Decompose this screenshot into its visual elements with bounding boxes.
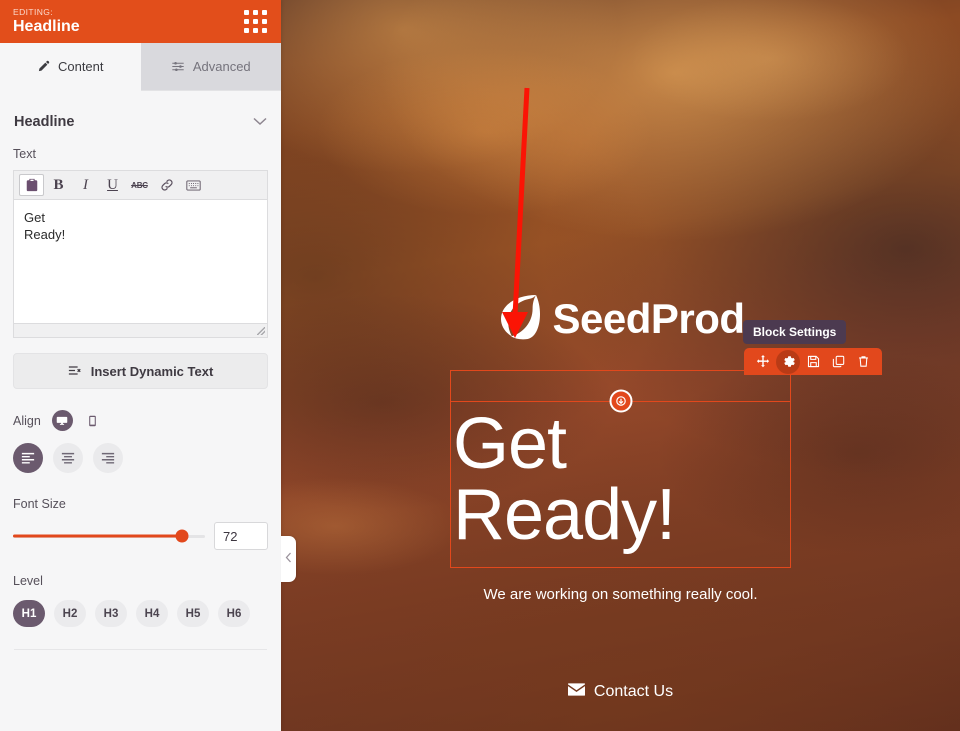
save-icon[interactable] (801, 350, 825, 374)
section-divider (14, 649, 267, 650)
insert-dynamic-text-label: Insert Dynamic Text (90, 363, 214, 379)
sidebar-tabs: Content Advanced (0, 43, 281, 91)
seedprod-page-builder: EDITING: Headline Content Advanced Headl… (0, 0, 960, 731)
gear-icon[interactable] (776, 349, 800, 374)
strikethrough-icon[interactable]: ABC (127, 174, 152, 196)
sidebar-header-titles: EDITING: Headline (13, 8, 80, 35)
section-title: Headline (14, 114, 75, 130)
chevron-down-icon[interactable] (253, 113, 267, 131)
rich-text-editor: B I U ABC Get Ready! (13, 170, 268, 338)
font-size-slider[interactable] (13, 527, 205, 545)
slider-fill (13, 534, 182, 538)
align-options (13, 443, 268, 473)
bold-icon[interactable]: B (46, 174, 71, 196)
sliders-icon (171, 60, 185, 73)
pencil-icon (37, 60, 50, 73)
level-h5[interactable]: H5 (177, 600, 209, 627)
headline-text-input[interactable]: Get Ready! (14, 200, 267, 323)
trash-icon[interactable] (851, 350, 875, 374)
keyboard-icon[interactable] (181, 174, 206, 196)
tab-content[interactable]: Content (0, 43, 141, 91)
paste-icon[interactable] (19, 174, 44, 196)
block-toolbar (744, 348, 882, 375)
heading-level-field: Level H1 H2 H3 H4 H5 H6 (13, 574, 268, 650)
slider-knob[interactable] (175, 529, 189, 543)
align-label: Align (13, 413, 41, 428)
underline-icon[interactable]: U (100, 174, 125, 196)
envelope-icon (567, 683, 585, 701)
headline-block[interactable]: Get Ready! (450, 370, 791, 568)
brand-name: SeedProd (552, 295, 745, 342)
headline-text: Get Ready! (453, 404, 676, 555)
link-icon[interactable] (154, 174, 179, 196)
tab-advanced-label: Advanced (192, 59, 251, 74)
insert-dynamic-text-button[interactable]: Insert Dynamic Text (13, 353, 268, 389)
move-icon[interactable] (751, 350, 775, 374)
contact-us-link[interactable]: Contact Us (567, 683, 674, 701)
add-block-icon[interactable] (609, 389, 632, 413)
font-size-label: Font Size (13, 497, 66, 511)
chevron-left-icon (285, 550, 292, 568)
level-h4[interactable]: H4 (136, 600, 168, 627)
align-center-icon[interactable] (53, 443, 83, 473)
contact-us-label: Contact Us (593, 683, 674, 700)
font-size-input[interactable] (214, 522, 268, 550)
tab-content-label: Content (57, 59, 104, 74)
text-field-label: Text (13, 147, 36, 161)
level-h1[interactable]: H1 (13, 600, 45, 627)
dynamic-text-icon (68, 364, 82, 379)
grid-dots-icon[interactable] (244, 10, 267, 33)
seedprod-leaf-logo (496, 292, 542, 347)
editor-sidebar: EDITING: Headline Content Advanced Headl… (0, 0, 281, 731)
mobile-icon[interactable] (82, 410, 103, 431)
font-size-field: Font Size (13, 497, 268, 550)
sidebar-header: EDITING: Headline (0, 0, 281, 43)
sidebar-collapse-handle[interactable] (281, 536, 296, 582)
align-right-icon[interactable] (93, 443, 123, 473)
block-settings-tooltip: Block Settings (743, 320, 847, 344)
editing-label: EDITING: (13, 7, 54, 18)
page-preview-canvas: SeedProd Get Ready! We are working on so… (281, 0, 960, 731)
editor-resize-handle[interactable] (14, 323, 267, 337)
level-h6[interactable]: H6 (218, 600, 250, 627)
italic-icon[interactable]: I (73, 174, 98, 196)
desktop-icon[interactable] (51, 410, 73, 431)
rich-text-toolbar: B I U ABC (14, 171, 267, 200)
subheadline-text: We are working on something really cool. (483, 586, 758, 603)
level-options: H1 H2 H3 H4 H5 H6 (13, 600, 268, 627)
editing-block-name: Headline (13, 17, 80, 35)
level-h3[interactable]: H3 (95, 600, 127, 627)
duplicate-icon[interactable] (826, 350, 850, 374)
level-h2[interactable]: H2 (54, 600, 86, 627)
site-logo: SeedProd (496, 290, 745, 348)
align-left-icon[interactable] (13, 443, 43, 473)
level-label: Level (13, 574, 43, 588)
sidebar-body: Headline Text B I U ABC Get Ready! Inser… (0, 91, 281, 731)
headline-section-header[interactable]: Headline (13, 91, 268, 147)
align-device-row: Align (13, 410, 268, 431)
tab-advanced[interactable]: Advanced (140, 43, 281, 91)
font-size-row (13, 522, 268, 550)
